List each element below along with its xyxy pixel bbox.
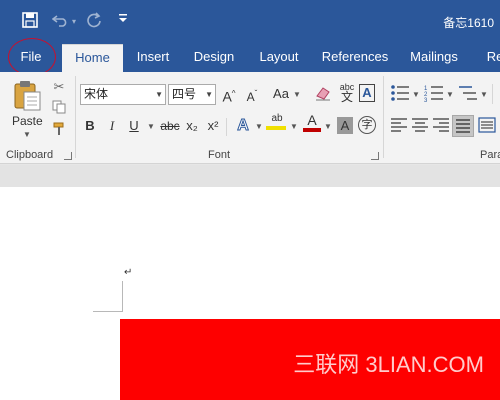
- undo-dropdown-icon[interactable]: ▾: [72, 12, 76, 32]
- clipboard-group-label: Clipboard: [6, 149, 54, 161]
- grow-font-icon[interactable]: A^: [221, 84, 237, 105]
- svg-text:3: 3: [424, 98, 428, 102]
- title-bar: ▾ 备忘1610: [0, 0, 500, 44]
- group-divider: [383, 76, 384, 158]
- superscript-button[interactable]: x²: [205, 116, 221, 136]
- enclose-characters-icon[interactable]: 字: [358, 116, 376, 134]
- highlight-dropdown-icon[interactable]: ▼: [290, 122, 298, 131]
- phonetic-guide-icon[interactable]: abc 文: [336, 82, 358, 103]
- redo-icon[interactable]: [86, 12, 102, 34]
- paste-icon[interactable]: [12, 80, 42, 111]
- font-launcher-icon[interactable]: [371, 152, 379, 160]
- font-color-icon[interactable]: A: [303, 112, 321, 132]
- tab-insert[interactable]: Insert: [128, 44, 178, 72]
- document-page[interactable]: ↵ 三联网 3LIAN.COM: [0, 187, 500, 400]
- font-size-combo[interactable]: 四号 ▼: [168, 84, 216, 105]
- font-color-bar: [303, 128, 321, 132]
- change-case-icon[interactable]: Aa: [271, 84, 291, 104]
- strikethrough-button[interactable]: abc: [159, 116, 181, 136]
- clear-formatting-icon[interactable]: [313, 84, 333, 104]
- ribbon-tab-bar: File Home Insert Design Layout Reference…: [0, 44, 500, 72]
- margin-corner-mark-vertical: [122, 281, 123, 311]
- font-name-dropdown-icon[interactable]: ▼: [155, 85, 163, 104]
- tab-design[interactable]: Design: [186, 44, 242, 72]
- watermark-text: 三联网 3LIAN.COM: [293, 352, 484, 377]
- copy-icon[interactable]: [50, 100, 68, 118]
- multilevel-list-icon[interactable]: [458, 84, 478, 104]
- tab-mailings[interactable]: Mailings: [404, 44, 464, 72]
- numbering-icon[interactable]: 123: [424, 84, 444, 104]
- underline-button[interactable]: U: [127, 116, 141, 136]
- font-name-combo[interactable]: 宋体 ▼: [80, 84, 166, 105]
- ribbon-home: Paste ▼ ✂ Clipboard 宋体 ▼ 四号 ▼ A^ Aˇ Aa ▼…: [0, 72, 500, 164]
- align-right-icon[interactable]: [432, 117, 452, 137]
- font-name-value: 宋体: [84, 87, 109, 101]
- paste-dropdown-icon[interactable]: ▼: [23, 130, 31, 139]
- text-effects-icon[interactable]: A: [234, 116, 252, 136]
- distributed-align-icon[interactable]: [478, 117, 498, 137]
- change-case-dropdown-icon[interactable]: ▼: [293, 90, 301, 99]
- tab-references[interactable]: References: [318, 44, 392, 72]
- font-row-divider: [226, 118, 227, 136]
- character-shading-icon[interactable]: A: [337, 117, 353, 134]
- align-left-icon[interactable]: [390, 117, 410, 137]
- justify-icon[interactable]: [452, 115, 474, 137]
- font-size-dropdown-icon[interactable]: ▼: [205, 85, 213, 104]
- italic-button[interactable]: I: [105, 116, 119, 136]
- paragraph-row-divider: [492, 84, 493, 104]
- align-center-icon[interactable]: [411, 117, 431, 137]
- tab-review[interactable]: Re: [480, 44, 500, 72]
- paste-button-label[interactable]: Paste: [12, 114, 43, 128]
- customize-qat-icon[interactable]: [118, 12, 128, 32]
- tab-file[interactable]: File: [6, 44, 56, 72]
- tab-layout[interactable]: Layout: [252, 44, 306, 72]
- highlight-color-icon[interactable]: ab: [266, 112, 288, 132]
- undo-icon[interactable]: [51, 12, 70, 34]
- window-title: 备忘1610: [443, 16, 494, 30]
- tab-home[interactable]: Home: [62, 44, 123, 72]
- highlight-color-bar: [266, 126, 286, 130]
- shrink-font-icon[interactable]: Aˇ: [244, 84, 260, 104]
- text-effects-dropdown-icon[interactable]: ▼: [255, 122, 263, 131]
- underline-dropdown-icon[interactable]: ▼: [147, 122, 155, 131]
- clipboard-launcher-icon[interactable]: [64, 152, 72, 160]
- bullets-icon[interactable]: [390, 84, 410, 104]
- font-size-value: 四号: [172, 87, 197, 101]
- multilevel-list-dropdown-icon[interactable]: ▼: [480, 90, 488, 99]
- format-painter-icon[interactable]: [50, 122, 68, 140]
- save-icon[interactable]: [22, 12, 38, 34]
- font-color-dropdown-icon[interactable]: ▼: [324, 122, 332, 131]
- subscript-button[interactable]: x₂: [184, 116, 200, 136]
- bold-button[interactable]: B: [83, 116, 97, 136]
- document-background: [0, 165, 500, 187]
- character-border-icon[interactable]: A: [359, 84, 375, 102]
- paragraph-group-label: Para: [480, 149, 500, 161]
- cut-icon[interactable]: ✂: [50, 78, 68, 96]
- group-divider: [75, 76, 76, 158]
- bullets-dropdown-icon[interactable]: ▼: [412, 90, 420, 99]
- font-group-label: Font: [208, 149, 231, 161]
- paragraph-mark: ↵: [124, 267, 133, 278]
- margin-corner-mark-horizontal: [93, 311, 123, 312]
- numbering-dropdown-icon[interactable]: ▼: [446, 90, 454, 99]
